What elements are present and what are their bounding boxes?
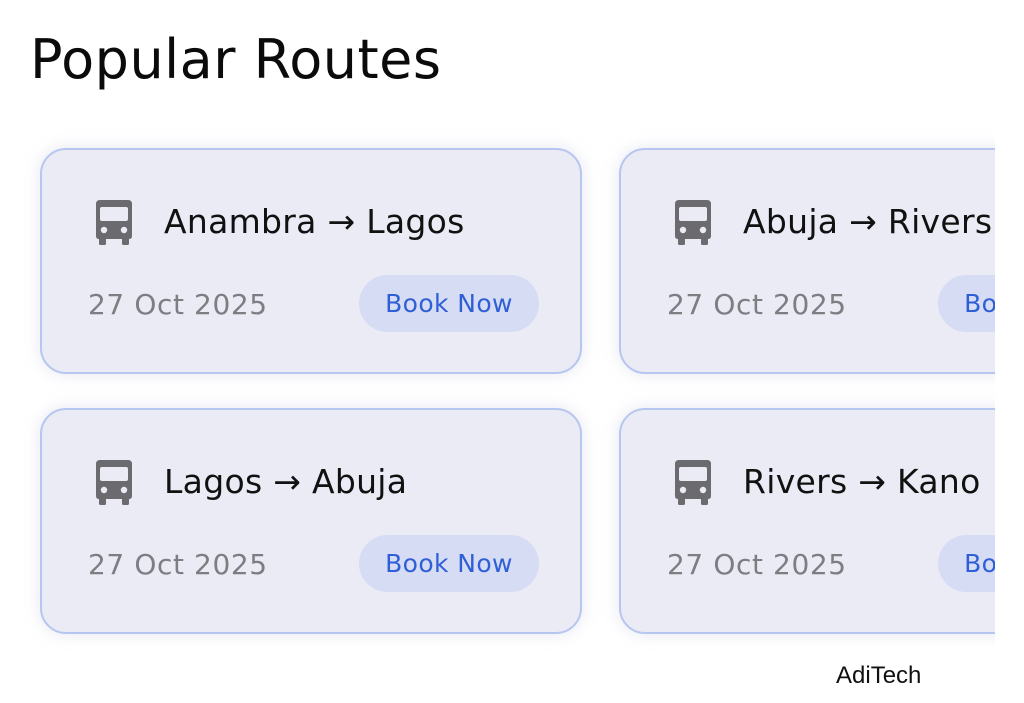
route-label: Abuja → Rivers (743, 202, 993, 241)
route-card[interactable]: Lagos → Abuja 27 Oct 2025 Book Now (40, 408, 582, 634)
book-now-button[interactable]: Book Now (359, 275, 539, 332)
route-label: Anambra → Lagos (164, 202, 465, 241)
book-now-button[interactable]: Book Now (938, 535, 995, 592)
route-card[interactable]: Abuja → Rivers 27 Oct 2025 Book Now (619, 148, 995, 374)
page-title: Popular Routes (30, 28, 442, 91)
bus-icon (96, 460, 132, 505)
bus-icon (96, 200, 132, 245)
book-now-button[interactable]: Book Now (938, 275, 995, 332)
route-date: 27 Oct 2025 (667, 548, 847, 581)
bus-icon (675, 200, 711, 245)
bus-icon (675, 460, 711, 505)
route-label: Lagos → Abuja (164, 462, 408, 501)
routes-grid[interactable]: Anambra → Lagos 27 Oct 2025 Book Now Abu… (0, 120, 995, 660)
book-now-button[interactable]: Book Now (359, 535, 539, 592)
route-label: Rivers → Kano (743, 462, 981, 501)
route-date: 27 Oct 2025 (88, 548, 268, 581)
route-date: 27 Oct 2025 (88, 288, 268, 321)
route-card[interactable]: Rivers → Kano 27 Oct 2025 Book Now (619, 408, 995, 634)
route-card[interactable]: Anambra → Lagos 27 Oct 2025 Book Now (40, 148, 582, 374)
brand-watermark: AdiTech (836, 662, 922, 689)
route-date: 27 Oct 2025 (667, 288, 847, 321)
